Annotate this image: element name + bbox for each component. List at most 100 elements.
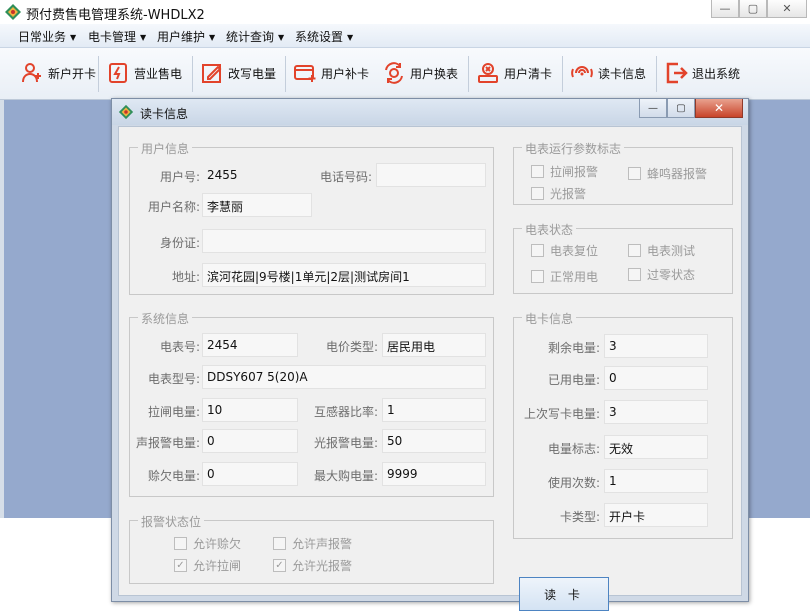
reissue-card-button[interactable]: 用户补卡 — [293, 58, 369, 88]
dialog-minimize-button[interactable]: — — [639, 99, 667, 118]
menu-user-maintenance[interactable]: 用户维护 ▼ — [157, 28, 215, 45]
zero-crossing-checkbox[interactable]: 过零状态 — [628, 266, 695, 283]
system-info-legend: 系统信息 — [138, 310, 193, 327]
meter-status-legend: 电表状态 — [522, 221, 577, 238]
light-alarm-field[interactable]: 50 — [382, 429, 486, 453]
meter-no-field[interactable]: 2454 — [202, 333, 298, 357]
app-logo-icon — [118, 104, 134, 120]
last-write-power-label: 上次写卡电量: — [523, 407, 600, 421]
card-type-label: 卡类型: — [559, 510, 600, 524]
address-field[interactable]: 滨河花园|9号楼|1单元|2层|测试房间1 — [202, 263, 486, 287]
meter-no-label: 电表号: — [159, 340, 200, 354]
maximize-button[interactable]: ▢ — [739, 0, 767, 18]
exit-system-button[interactable]: 退出系统 — [664, 58, 740, 88]
ct-ratio-field[interactable]: 1 — [382, 398, 486, 422]
chevron-down-icon: ▼ — [209, 33, 216, 42]
sell-power-icon — [109, 63, 127, 83]
new-user-icon — [22, 63, 41, 83]
user-info-legend: 用户信息 — [138, 140, 193, 157]
sound-alarm-label: 声报警电量: — [135, 436, 200, 450]
dialog-maximize-button[interactable]: ▢ — [667, 99, 695, 118]
read-card-button[interactable]: 读 卡 — [519, 577, 609, 611]
menu-card-management[interactable]: 电卡管理 ▼ — [88, 28, 146, 45]
dialog-client-area: 用户信息 用户号: 2455 电话号码: 用户名称: 李慧丽 身份证: 地址: … — [118, 126, 742, 611]
use-count-field[interactable]: 1 — [604, 469, 708, 493]
menu-daily-business[interactable]: 日常业务 ▼ — [18, 28, 76, 45]
allow-light-alarm-checkbox[interactable]: ✓ 允许光报警 — [273, 557, 352, 574]
buzzer-alarm-checkbox[interactable]: 蜂鸣器报警 — [628, 165, 707, 182]
checkbox-empty-icon — [628, 244, 641, 257]
last-write-power-field[interactable]: 3 — [604, 400, 708, 424]
swap-meter-button[interactable]: 用户换表 — [382, 58, 458, 88]
user-name-field[interactable]: 李慧丽 — [202, 193, 312, 217]
checkmark-icon: ✓ — [174, 559, 187, 572]
meter-reset-checkbox[interactable]: 电表复位 — [531, 242, 598, 259]
checkbox-empty-icon — [531, 187, 544, 200]
swap-meter-icon — [385, 62, 403, 84]
trip-alarm-checkbox[interactable]: 拉闸报警 — [531, 163, 598, 180]
clear-card-button[interactable]: 用户清卡 — [476, 58, 552, 88]
light-alarm-checkbox[interactable]: 光报警 — [531, 185, 586, 202]
allow-sound-alarm-checkbox[interactable]: 允许声报警 — [273, 535, 352, 552]
allow-trip-checkbox[interactable]: ✓ 允许拉闸 — [174, 557, 241, 574]
address-label: 地址: — [171, 270, 200, 284]
menu-statistics-query[interactable]: 统计查询 ▼ — [226, 28, 284, 45]
max-buy-field[interactable]: 9999 — [382, 462, 486, 486]
menu-system-settings[interactable]: 系统设置 ▼ — [295, 28, 353, 45]
main-title-bar: 预付费售电管理系统-WHDLX2 — ▢ ✕ — [0, 0, 810, 24]
credit-power-field[interactable]: 0 — [202, 462, 298, 486]
toolbar: 新户开卡 营业售电 改写电量 用户补卡 用户换表 用户清卡 读卡信息 退出系统 — [0, 48, 810, 100]
dialog-close-button[interactable]: ✕ — [695, 99, 743, 118]
checkmark-icon: ✓ — [273, 559, 286, 572]
user-name-label: 用户名称: — [147, 200, 200, 214]
dialog-title: 读卡信息 — [140, 107, 189, 121]
id-card-field[interactable] — [202, 229, 486, 253]
card-type-field[interactable]: 开户卡 — [604, 503, 708, 527]
price-type-field[interactable]: 居民用电 — [382, 333, 486, 357]
trip-power-label: 拉闸电量: — [147, 405, 200, 419]
edit-power-button[interactable]: 改写电量 — [200, 58, 276, 88]
price-type-label: 电价类型: — [325, 340, 378, 354]
user-no-label: 用户号: — [159, 170, 200, 184]
toolbar-divider — [656, 56, 657, 92]
minimize-button[interactable]: — — [711, 0, 739, 18]
alarm-status-group: 报警状态位 允许赊欠 允许声报警 ✓ 允许拉闸 ✓ 允许光报警 — [129, 513, 494, 584]
toolbar-divider — [98, 56, 99, 92]
credit-power-label: 赊欠电量: — [147, 469, 200, 483]
toolbar-divider — [192, 56, 193, 92]
trip-power-field[interactable]: 10 — [202, 398, 298, 422]
normal-use-checkbox[interactable]: 正常用电 — [531, 268, 598, 285]
chevron-down-icon: ▼ — [347, 33, 354, 42]
checkbox-empty-icon — [273, 537, 286, 550]
allow-credit-checkbox[interactable]: 允许赊欠 — [174, 535, 241, 552]
meter-model-field[interactable]: DDSY607 5(20)A — [202, 365, 486, 389]
phone-field[interactable] — [376, 163, 486, 187]
card-info-group: 电卡信息 剩余电量: 3 已用电量: 0 上次写卡电量: 3 电量标志: 无效 … — [513, 310, 733, 539]
alarm-status-legend: 报警状态位 — [138, 513, 205, 530]
used-power-label: 已用电量: — [547, 373, 600, 387]
read-card-info-button[interactable]: 读卡信息 — [570, 58, 646, 88]
toolbar-divider — [468, 56, 469, 92]
checkbox-empty-icon — [628, 268, 641, 281]
dialog-title-bar: 读卡信息 — ▢ ✕ — [112, 99, 748, 125]
power-flag-field[interactable]: 无效 — [604, 435, 708, 459]
app-title: 预付费售电管理系统-WHDLX2 — [26, 8, 205, 23]
chevron-down-icon: ▼ — [140, 33, 147, 42]
remaining-power-field[interactable]: 3 — [604, 334, 708, 358]
close-button[interactable]: ✕ — [767, 0, 807, 18]
user-no-field[interactable]: 2455 — [202, 163, 312, 187]
remaining-power-label: 剩余电量: — [547, 341, 600, 355]
meter-status-group: 电表状态 电表复位 电表测试 正常用电 过零状态 — [513, 221, 733, 294]
sell-power-button[interactable]: 营业售电 — [106, 58, 182, 88]
run-params-group: 电表运行参数标志 拉闸报警 蜂鸣器报警 光报警 — [513, 140, 733, 205]
sound-alarm-field[interactable]: 0 — [202, 429, 298, 453]
meter-test-checkbox[interactable]: 电表测试 — [628, 242, 695, 259]
id-card-label: 身份证: — [159, 236, 200, 250]
new-user-card-button[interactable]: 新户开卡 — [20, 58, 96, 88]
toolbar-divider — [285, 56, 286, 92]
checkbox-empty-icon — [531, 244, 544, 257]
ct-ratio-label: 互感器比率: — [313, 405, 378, 419]
chevron-down-icon: ▼ — [278, 33, 285, 42]
used-power-field[interactable]: 0 — [604, 366, 708, 390]
exit-icon — [666, 62, 688, 84]
